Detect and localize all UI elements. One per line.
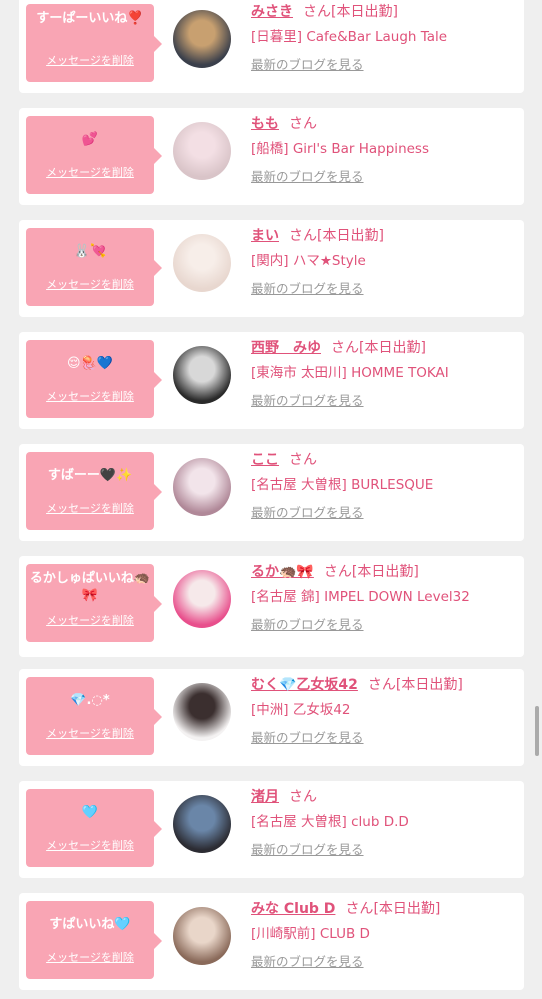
latest-blog-link[interactable]: 最新のブログを見る <box>251 166 364 185</box>
message-card: 💎.◌* メッセージを削除 むく💎乙女坂42 さん[本日出勤] [中洲] 乙女坂4… <box>19 669 524 766</box>
cast-name-link[interactable]: むく💎乙女坂42 <box>251 677 358 693</box>
status-badge: [本日出勤] <box>373 901 441 917</box>
message-card: すーぱーいいね❣️ メッセージを削除 みさき さん[本日出勤] [日暮里] Caf… <box>19 0 524 93</box>
shop-name: [関内] ハマ★Style <box>251 253 366 269</box>
shop-name: [日暮里] Cafe&Bar Laugh Tale <box>251 29 448 45</box>
honorific: さん <box>323 564 352 580</box>
status-badge: [本日出勤] <box>317 228 384 244</box>
cast-info: 渚月 さん [名古屋 大曽根] club D.D 最新のブログを見る <box>251 787 521 858</box>
cast-name-link[interactable]: まい <box>251 228 279 244</box>
avatar[interactable] <box>173 795 231 853</box>
status-badge: [本日出勤] <box>359 340 426 356</box>
cast-info: むく💎乙女坂42 さん[本日出勤] [中洲] 乙女坂42 最新のブログを見る <box>251 675 521 746</box>
message-bubble: 😌🪼💙 メッセージを削除 <box>26 340 162 418</box>
message-bubble: 💕 メッセージを削除 <box>26 116 162 194</box>
message-text: るかしゅぱいいね🦔🎀 <box>29 571 151 603</box>
honorific: さん <box>289 452 317 468</box>
message-card: 🩵 メッセージを削除 渚月 さん [名古屋 大曽根] club D.D 最新のブロ… <box>19 781 524 878</box>
message-bubble: すーぱーいいね❣️ メッセージを削除 <box>26 4 162 82</box>
message-card: すばーー🖤✨ メッセージを削除 ここ さん [名古屋 大曽根] BURLESQUE… <box>19 444 524 541</box>
message-text: 😌🪼💙 <box>67 356 113 371</box>
shop-name: [東海市 太田川] HOMME TOKAI <box>251 365 449 381</box>
delete-message-link[interactable]: メッセージを削除 <box>26 949 154 965</box>
cast-name-link[interactable]: ここ <box>251 452 279 468</box>
honorific: さん <box>367 677 396 693</box>
message-card: 🐰💘 メッセージを削除 まい さん[本日出勤] [関内] ハマ★Style 最新の… <box>19 220 524 317</box>
avatar[interactable] <box>173 683 231 741</box>
honorific: さん <box>303 4 331 20</box>
cast-name-link[interactable]: みな Club D <box>251 901 335 917</box>
delete-message-link[interactable]: メッセージを削除 <box>26 52 154 68</box>
latest-blog-link[interactable]: 最新のブログを見る <box>251 390 364 409</box>
shop-name: [船橋] Girl's Bar Happiness <box>251 141 429 157</box>
cast-info: ここ さん [名古屋 大曽根] BURLESQUE 最新のブログを見る <box>251 450 521 521</box>
status-badge: [本日出勤] <box>331 4 398 20</box>
shop-name: [名古屋 錦] IMPEL DOWN Level32 <box>251 589 470 605</box>
latest-blog-link[interactable]: 最新のブログを見る <box>251 727 364 746</box>
delete-message-link[interactable]: メッセージを削除 <box>26 388 154 404</box>
message-bubble: 🩵 メッセージを削除 <box>26 789 162 867</box>
latest-blog-link[interactable]: 最新のブログを見る <box>251 502 364 521</box>
honorific: さん <box>289 228 317 244</box>
cast-info: みさき さん[本日出勤] [日暮里] Cafe&Bar Laugh Tale 最新… <box>251 2 521 73</box>
message-card: すぱいいね🩵 メッセージを削除 みな Club D さん[本日出勤] [川崎駅前]… <box>19 893 524 990</box>
message-text: 🐰💘 <box>73 244 107 259</box>
message-bubble: すばーー🖤✨ メッセージを削除 <box>26 452 162 530</box>
message-bubble: るかしゅぱいいね🦔🎀 メッセージを削除 <box>26 564 162 642</box>
avatar[interactable] <box>173 907 231 965</box>
delete-message-link[interactable]: メッセージを削除 <box>26 837 154 853</box>
avatar[interactable] <box>173 10 231 68</box>
cast-name-link[interactable]: みさき <box>251 4 293 20</box>
delete-message-link[interactable]: メッセージを削除 <box>26 725 154 741</box>
message-text: 💕 <box>81 132 99 147</box>
cast-name-link[interactable]: 渚月 <box>251 789 279 805</box>
cast-name-link[interactable]: 西野 みゆ <box>251 340 321 356</box>
delete-message-link[interactable]: メッセージを削除 <box>26 276 154 292</box>
message-card: 😌🪼💙 メッセージを削除 西野 みゆ さん[本日出勤] [東海市 太田川] HOM… <box>19 332 524 429</box>
message-card: るかしゅぱいいね🦔🎀 メッセージを削除 るか🦔🎀 さん[本日出勤] [名古屋 錦]… <box>19 556 524 657</box>
honorific: さん <box>345 901 374 917</box>
cast-name-link[interactable]: るか🦔🎀 <box>251 564 314 580</box>
cast-info: みな Club D さん[本日出勤] [川崎駅前] CLUB D 最新のブログを見… <box>251 899 521 970</box>
shop-name: [川崎駅前] CLUB D <box>251 926 370 942</box>
message-card: 💕 メッセージを削除 もも さん [船橋] Girl's Bar Happines… <box>19 108 524 205</box>
latest-blog-link[interactable]: 最新のブログを見る <box>251 278 364 297</box>
honorific: さん <box>289 116 317 132</box>
latest-blog-link[interactable]: 最新のブログを見る <box>251 614 364 633</box>
honorific: さん <box>331 340 359 356</box>
cast-info: るか🦔🎀 さん[本日出勤] [名古屋 錦] IMPEL DOWN Level32 … <box>251 562 521 633</box>
honorific: さん <box>289 789 317 805</box>
status-badge: [本日出勤] <box>351 564 419 580</box>
scrollbar[interactable] <box>535 706 539 756</box>
message-bubble: 💎.◌* メッセージを削除 <box>26 677 162 755</box>
latest-blog-link[interactable]: 最新のブログを見る <box>251 54 364 73</box>
shop-name: [名古屋 大曽根] club D.D <box>251 814 409 830</box>
cast-info: まい さん[本日出勤] [関内] ハマ★Style 最新のブログを見る <box>251 226 521 297</box>
message-bubble: 🐰💘 メッセージを削除 <box>26 228 162 306</box>
message-text: 💎.◌* <box>70 693 110 708</box>
cast-info: もも さん [船橋] Girl's Bar Happiness 最新のブログを見る <box>251 114 521 185</box>
status-badge: [本日出勤] <box>395 677 463 693</box>
avatar[interactable] <box>173 234 231 292</box>
message-text: すーぱーいいね❣️ <box>36 11 144 26</box>
avatar[interactable] <box>173 122 231 180</box>
message-text: すばーー🖤✨ <box>47 468 133 483</box>
cast-name-link[interactable]: もも <box>251 116 279 132</box>
message-text: 🩵 <box>81 805 99 820</box>
latest-blog-link[interactable]: 最新のブログを見る <box>251 951 364 970</box>
avatar[interactable] <box>173 458 231 516</box>
shop-name: [名古屋 大曽根] BURLESQUE <box>251 477 434 493</box>
delete-message-link[interactable]: メッセージを削除 <box>26 612 154 628</box>
shop-name: [中洲] 乙女坂42 <box>251 702 351 718</box>
delete-message-link[interactable]: メッセージを削除 <box>26 500 154 516</box>
message-bubble: すぱいいね🩵 メッセージを削除 <box>26 901 162 979</box>
delete-message-link[interactable]: メッセージを削除 <box>26 164 154 180</box>
cast-info: 西野 みゆ さん[本日出勤] [東海市 太田川] HOMME TOKAI 最新のブ… <box>251 338 521 409</box>
message-text: すぱいいね🩵 <box>49 917 131 932</box>
avatar[interactable] <box>173 570 231 628</box>
latest-blog-link[interactable]: 最新のブログを見る <box>251 839 364 858</box>
avatar[interactable] <box>173 346 231 404</box>
